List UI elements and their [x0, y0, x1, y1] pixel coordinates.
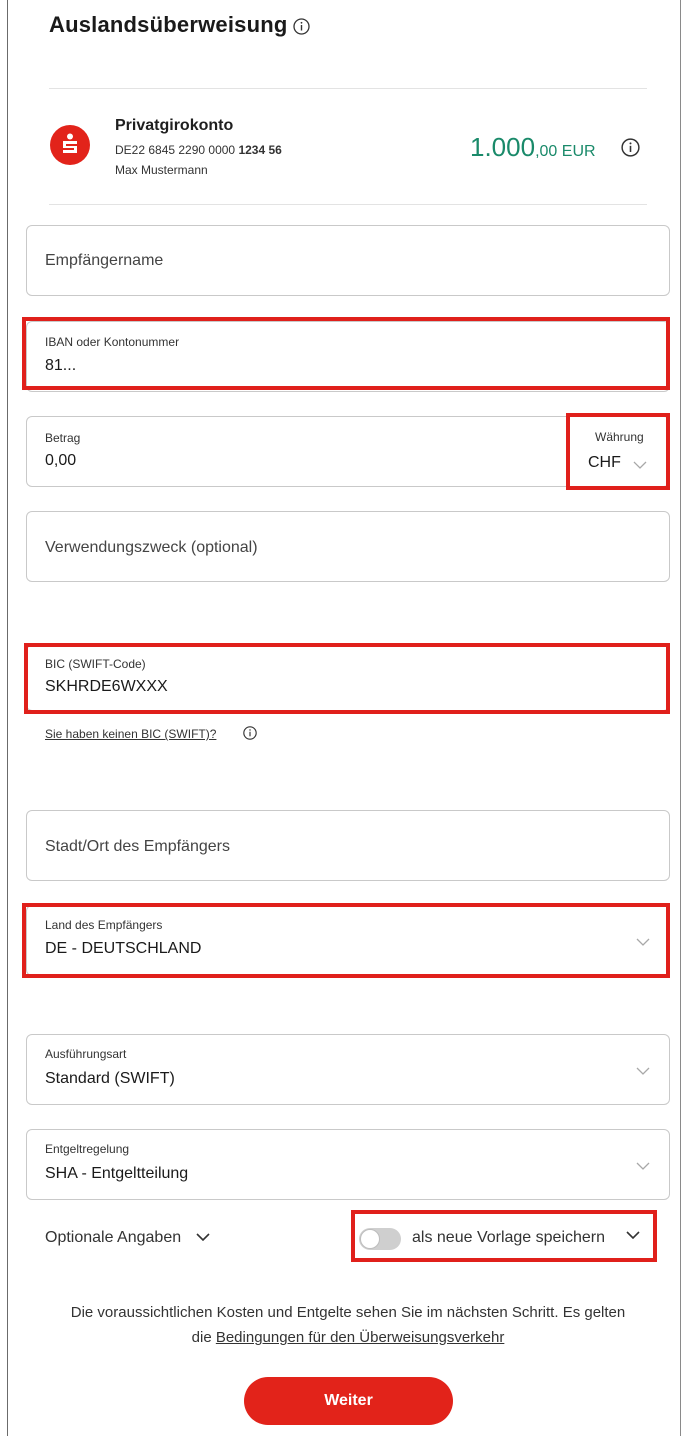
country-value: DE - DEUTSCHLAND: [45, 940, 202, 957]
info-icon[interactable]: [243, 726, 257, 745]
page-title: Auslandsüberweisung: [49, 12, 288, 37]
divider: [49, 204, 647, 205]
account-holder: Max Mustermann: [115, 163, 208, 177]
save-template-label: als neue Vorlage speichern: [412, 1229, 606, 1246]
save-template-switch[interactable]: [359, 1228, 401, 1250]
currency-value: CHF: [588, 454, 621, 471]
currency-label: Währung: [595, 430, 644, 444]
left-border: [7, 0, 8, 1436]
iban-label: IBAN oder Kontonummer: [45, 335, 180, 349]
amount-label: Betrag: [45, 431, 81, 445]
chevron-down-icon: [636, 938, 650, 946]
bic-field[interactable]: BIC (SWIFT-Code) SKHRDE6WXXX: [26, 645, 670, 711]
account-name: Privatgirokonto: [115, 117, 234, 134]
country-select[interactable]: Land des Empfängers DE - DEUTSCHLAND: [26, 905, 670, 976]
chevron-down-icon: [633, 461, 647, 469]
city-placeholder: Stadt/Ort des Empfängers: [45, 838, 230, 855]
bic-label: BIC (SWIFT-Code): [45, 657, 146, 671]
execution-value: Standard (SWIFT): [45, 1070, 175, 1087]
execution-label: Ausführungsart: [45, 1047, 127, 1061]
fees-label: Entgeltregelung: [45, 1142, 130, 1156]
continue-button[interactable]: Weiter: [244, 1377, 453, 1425]
execution-type-select[interactable]: Ausführungsart Standard (SWIFT): [26, 1034, 670, 1105]
sparkasse-logo-icon: [50, 125, 90, 165]
recipient-name-field[interactable]: Empfängername: [26, 225, 670, 296]
iban-value: 81...: [45, 357, 77, 374]
chevron-down-icon: [636, 1067, 650, 1075]
amount-value: 0,00: [45, 452, 77, 469]
balance-info-icon[interactable]: [621, 138, 640, 162]
bic-help-link[interactable]: Sie haben keinen BIC (SWIFT)?: [45, 727, 216, 741]
country-label: Land des Empfängers: [45, 918, 163, 932]
fees-value: SHA - Entgeltteilung: [45, 1165, 189, 1182]
account-iban: DE22 6845 2290 0000 1234 56: [115, 143, 282, 157]
currency-select[interactable]: Währung CHF: [570, 416, 670, 487]
info-icon[interactable]: [293, 18, 310, 40]
switch-knob: [360, 1229, 380, 1249]
fee-arrangement-select[interactable]: Entgeltregelung SHA - Entgeltteilung: [26, 1129, 670, 1200]
transfer-conditions-link[interactable]: Bedingungen für den Überweisungsverkehr: [216, 1329, 505, 1346]
divider: [49, 88, 647, 89]
chevron-down-icon: [636, 1162, 650, 1170]
chevron-down-icon: [196, 1233, 210, 1241]
account-balance: 1.000,00 EUR: [470, 132, 596, 162]
purpose-placeholder: Verwendungszweck (optional): [45, 539, 258, 556]
purpose-field[interactable]: Verwendungszweck (optional): [26, 511, 670, 582]
iban-field[interactable]: IBAN oder Kontonummer 81...: [26, 321, 670, 392]
bic-value: SKHRDE6WXXX: [45, 678, 168, 695]
cost-note: Die voraussichtlichen Kosten und Entgelt…: [70, 1304, 626, 1346]
recipient-name-placeholder: Empfängername: [45, 252, 164, 269]
chevron-down-icon[interactable]: [626, 1231, 640, 1239]
optional-details-label: Optionale Angaben: [45, 1229, 182, 1246]
city-field[interactable]: Stadt/Ort des Empfängers: [26, 810, 670, 881]
